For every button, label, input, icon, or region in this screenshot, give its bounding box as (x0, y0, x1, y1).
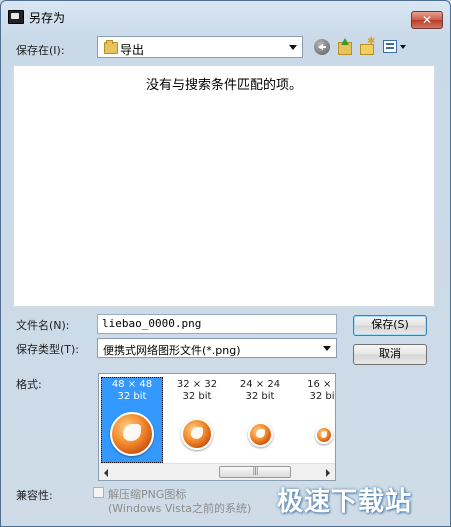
filename-input[interactable]: liebao_0000.png (97, 314, 337, 334)
horizontal-scrollbar[interactable] (99, 463, 335, 480)
close-icon: ✕ (421, 13, 433, 27)
liebao-icon (248, 422, 273, 447)
filetype-value: 便携式网络图形文件(*.png) (103, 344, 241, 357)
liebao-icon (110, 412, 154, 456)
format-bit: 32 bit (245, 391, 275, 402)
title-bar: 另存为 ✕ (1, 1, 450, 31)
empty-message: 没有与搜索条件匹配的项。 (145, 78, 302, 93)
close-button[interactable]: ✕ (411, 11, 443, 29)
watermark: 极速下载站 (277, 487, 413, 517)
window-title: 另存为 (29, 11, 66, 25)
file-list[interactable]: 没有与搜索条件匹配的项。 (13, 65, 435, 307)
format-label: 格式: (16, 378, 42, 391)
save-in-label: 保存在(I): (16, 44, 65, 57)
back-icon[interactable] (314, 39, 330, 55)
save-button[interactable]: 保存(S) (353, 315, 427, 336)
format-item[interactable]: 48 × 48 32 bit (101, 377, 163, 463)
new-folder-icon[interactable] (359, 36, 375, 55)
format-size: 48 × 48 (111, 379, 153, 390)
cancel-button[interactable]: 取消 (353, 344, 427, 365)
save-in-value: 导出 (120, 43, 145, 57)
folder-icon (104, 40, 118, 54)
view-menu-icon[interactable] (383, 40, 397, 53)
filetype-select[interactable]: 便携式网络图形文件(*.png) (97, 338, 337, 358)
filename-label: 文件名(N): (16, 319, 70, 332)
save-in-combo[interactable]: 导出 (97, 36, 303, 58)
format-size: 32 × 32 (176, 379, 218, 390)
format-item[interactable]: 32 × 32 32 bit (166, 377, 228, 463)
format-item[interactable]: 16 × 1 32 bit (293, 377, 336, 463)
format-bit: 32 bit (309, 391, 336, 402)
format-item[interactable]: 24 × 24 32 bit (229, 377, 291, 463)
format-bit: 32 bit (182, 391, 212, 402)
format-bit: 32 bit (117, 391, 147, 402)
decompress-png-checkbox[interactable] (93, 487, 104, 498)
format-size: 16 × 1 (307, 379, 335, 390)
compat-note: (Windows Vista之前的系统) (108, 502, 252, 515)
liebao-icon (315, 426, 333, 444)
view-dropdown-arrow-icon[interactable] (400, 45, 406, 49)
up-folder-icon[interactable] (336, 38, 352, 55)
format-list[interactable]: 48 × 48 32 bit 32 × 32 32 bit 24 × 24 32… (98, 373, 336, 481)
chevron-down-icon (289, 45, 297, 50)
filetype-label: 保存类型(T): (16, 343, 80, 356)
chevron-down-icon (323, 346, 331, 351)
app-icon (8, 10, 24, 24)
liebao-icon (181, 418, 213, 450)
compat-label: 兼容性: (16, 489, 53, 502)
scroll-right-icon[interactable] (326, 469, 330, 477)
format-size: 24 × 24 (239, 379, 281, 390)
scroll-left-icon[interactable] (104, 469, 108, 477)
scroll-thumb[interactable] (219, 466, 291, 478)
save-as-dialog: 另存为 ✕ 保存在(I): 导出 没有与搜索条件匹配的项。 文件名(N): li… (0, 0, 451, 527)
